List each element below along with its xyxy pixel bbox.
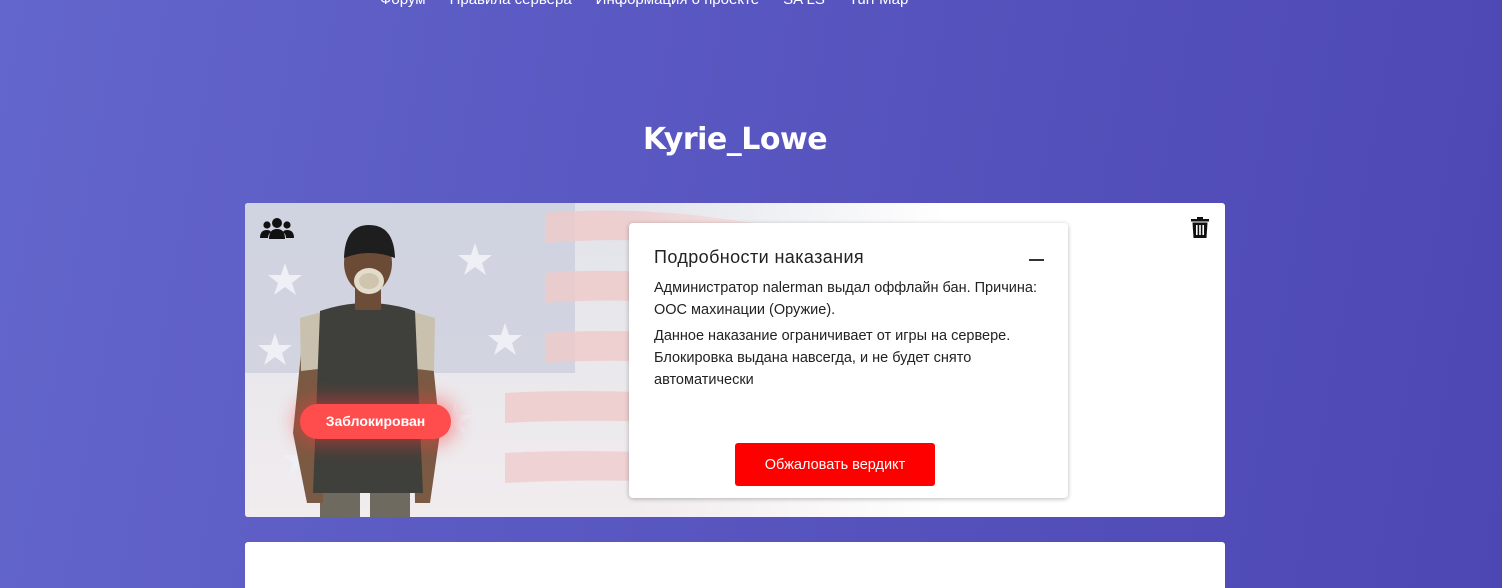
secondary-card [245,542,1225,588]
minus-icon[interactable] [1029,259,1044,261]
nav-link-turf-map[interactable]: Turf Map [849,0,908,10]
top-navigation: Форум Правила сервера Информация о проек… [380,0,908,10]
nav-link-server-rules[interactable]: Правила сервера [450,0,572,10]
trash-icon[interactable] [1191,217,1209,238]
page-title: Kyrie_Lowe [642,122,828,157]
punishment-details-body: Администратор nalerman выдал оффлайн бан… [654,277,1049,395]
nav-link-project-info[interactable]: Информация о проекте [596,0,759,10]
punishment-details-panel: Подробности наказания Администратор nale… [629,223,1068,498]
punishment-reason-text: Администратор nalerman выдал оффлайн бан… [654,280,1037,318]
appeal-verdict-button[interactable]: Обжаловать вердикт [735,443,935,486]
profile-card: Заблокирован Подробности наказания Админ… [245,203,1225,517]
users-icon[interactable] [260,217,294,239]
nav-link-forum[interactable]: Форум [380,0,426,10]
status-badge: Заблокирован [300,404,451,439]
punishment-details-title: Подробности наказания [654,247,865,267]
punishment-description-text: Данное наказание ограничивает от игры на… [654,328,1011,388]
nav-link-sa-ls[interactable]: SA LS [783,0,825,10]
